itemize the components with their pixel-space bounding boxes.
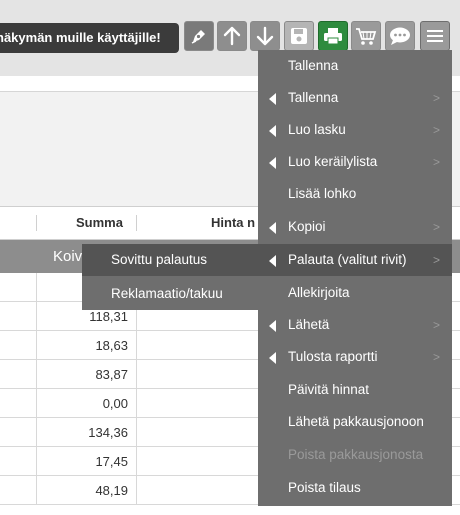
menu-item-label: Poista tilaus: [288, 480, 361, 495]
return-submenu: Sovittu palautus Reklamaatio/takuu: [82, 244, 258, 310]
sum-cell: 18,63: [37, 331, 137, 360]
sum-cell: 17,45: [37, 447, 137, 476]
menu-item-send[interactable]: Lähetä >: [258, 309, 452, 341]
table-cell: [0, 447, 37, 476]
menu-item-delete-order[interactable]: Poista tilaus: [258, 472, 452, 504]
save-button[interactable]: [284, 21, 314, 51]
menu-item-label: Lisää lohko: [288, 186, 357, 201]
menu-item-label: Tallenna: [288, 58, 339, 73]
submenu-item-complaint[interactable]: Reklamaatio/takuu: [82, 278, 258, 310]
print-icon: [324, 28, 342, 45]
table-cell: [0, 302, 37, 331]
hamburger-menu-icon: [427, 30, 443, 42]
submenu-item-label: Sovittu palautus: [111, 252, 208, 267]
caret-left-icon: [269, 352, 276, 364]
menu-item-copy[interactable]: Kopioi >: [258, 211, 452, 243]
notice-banner: näkymän muille käyttäjille!: [0, 23, 179, 53]
pen-icon: [191, 30, 205, 44]
cart-icon: [356, 28, 377, 45]
chevron-right-icon: >: [432, 253, 440, 267]
chevron-right-icon: >: [432, 155, 440, 169]
caret-left-icon: [269, 320, 276, 332]
table-cell: [0, 476, 37, 505]
table-cell: [0, 273, 37, 302]
menu-item-label: Palauta (valitut rivit): [288, 252, 407, 267]
chevron-right-icon: >: [432, 318, 440, 332]
column-header-sum[interactable]: Summa: [76, 207, 123, 239]
notice-text: näkymän muille käyttäjille!: [0, 30, 161, 45]
menu-item-save-submenu[interactable]: Tallenna >: [258, 82, 452, 114]
column-separator: [136, 215, 137, 231]
sum-cell: 83,87: [37, 360, 137, 389]
menu-item-return-selected[interactable]: Palauta (valitut rivit) >: [258, 244, 452, 276]
chevron-right-icon: >: [432, 220, 440, 234]
table-cell: [0, 389, 37, 418]
sum-cell: 48,19: [37, 476, 137, 505]
chevron-right-icon: >: [432, 91, 440, 105]
menu-button[interactable]: [420, 21, 450, 51]
print-button[interactable]: [318, 21, 348, 51]
chevron-right-icon: >: [432, 350, 440, 364]
submenu-item-label: Reklamaatio/takuu: [111, 286, 223, 301]
menu-item-add-block[interactable]: Lisää lohko: [258, 178, 452, 210]
submenu-item-agreed-return[interactable]: Sovittu palautus: [82, 244, 258, 276]
menu-item-label: Tallenna: [288, 90, 339, 105]
chevron-right-icon: >: [432, 123, 440, 137]
column-header-price[interactable]: Hinta n: [211, 207, 255, 239]
menu-item-save[interactable]: Tallenna: [258, 50, 452, 82]
caret-left-icon: [269, 157, 276, 169]
table-cell: [0, 331, 37, 360]
column-separator: [36, 215, 37, 231]
move-up-button[interactable]: [217, 21, 247, 51]
menu-item-print-report[interactable]: Tulosta raportti >: [258, 341, 452, 373]
move-down-button[interactable]: [250, 21, 280, 51]
arrow-up-icon: [223, 26, 241, 46]
menu-item-label: Kopioi: [288, 219, 326, 234]
sum-cell: 0,00: [37, 389, 137, 418]
caret-left-icon: [269, 125, 276, 137]
actions-menu: Tallenna Tallenna > Luo lasku > Luo kerä…: [258, 50, 452, 506]
save-icon: [291, 28, 307, 44]
comment-icon: [390, 27, 410, 45]
menu-item-label: Lähetä pakkausjonoon: [288, 414, 424, 429]
caret-left-icon: [269, 222, 276, 234]
menu-item-create-invoice[interactable]: Luo lasku >: [258, 114, 452, 146]
table-cell: [0, 360, 37, 389]
group-label: Koiv: [53, 248, 83, 265]
sum-cell: 134,36: [37, 418, 137, 447]
menu-item-remove-from-packing-queue: Poista pakkausjonosta: [258, 439, 452, 471]
menu-item-sign[interactable]: Allekirjoita: [258, 277, 452, 309]
menu-item-label: Allekirjoita: [288, 285, 350, 300]
comment-button[interactable]: [385, 21, 415, 51]
menu-item-create-picklist[interactable]: Luo keräilylista >: [258, 146, 452, 178]
caret-left-icon: [269, 93, 276, 105]
menu-item-send-to-packing-queue[interactable]: Lähetä pakkausjonoon: [258, 406, 452, 438]
menu-item-label: Lähetä: [288, 317, 330, 332]
menu-item-label: Päivitä hinnat: [288, 382, 370, 397]
menu-item-label: Luo keräilylista: [288, 154, 378, 169]
menu-item-label: Luo lasku: [288, 122, 346, 137]
menu-item-label: Tulosta raportti: [288, 349, 378, 364]
arrow-down-icon: [256, 26, 274, 46]
menu-item-label: Poista pakkausjonosta: [288, 447, 424, 462]
cart-button[interactable]: [351, 21, 381, 51]
caret-left-icon: [269, 255, 276, 267]
menu-item-update-prices[interactable]: Päivitä hinnat: [258, 374, 452, 406]
table-cell: [0, 418, 37, 447]
edit-button[interactable]: [184, 21, 214, 51]
